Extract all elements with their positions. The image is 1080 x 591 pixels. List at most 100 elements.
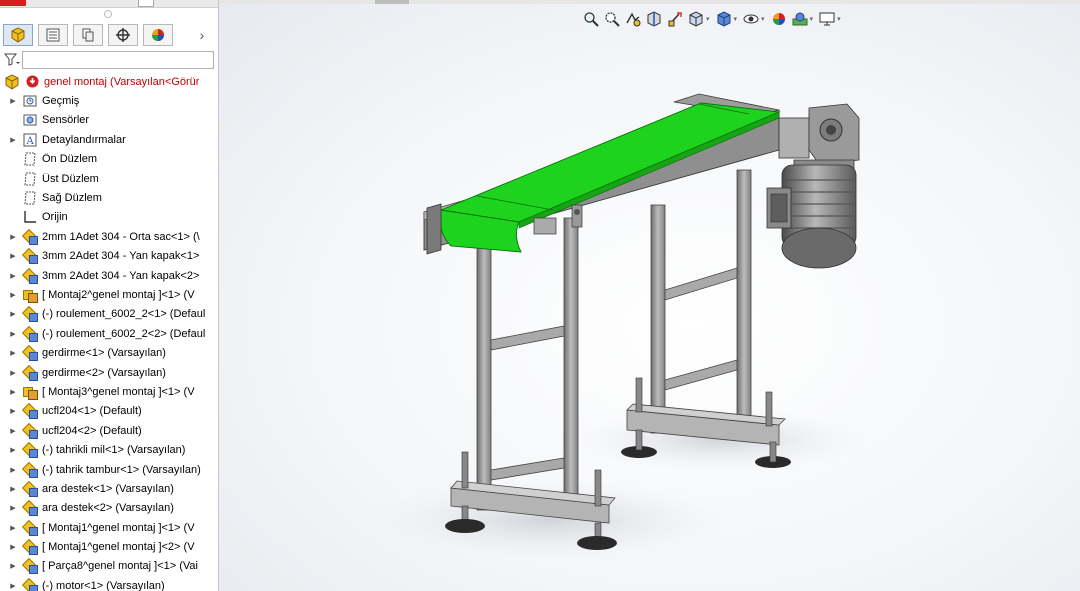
tree-item[interactable]: ▶ ucfl204<1> (Default) [0,402,218,421]
configuration-manager-tab[interactable] [73,24,103,46]
tree-item-label: Orijin [42,211,68,224]
tree-item-label: gerdirme<1> (Varsayılan) [42,347,166,360]
part-icon [22,578,38,591]
feature-manager-tab[interactable] [3,24,33,46]
hide-show-items-icon[interactable] [742,10,760,28]
view-settings-dropdown-icon[interactable]: ▾ [837,15,841,23]
tree-root-label: genel montaj (Varsayılan<Görür [44,75,200,88]
tree-item[interactable]: ▶ 2mm 1Adet 304 - Orta sac<1> (\ [0,227,218,246]
tree-item[interactable]: ▶ 3mm 2Adet 304 - Yan kapak<2> [0,266,218,285]
tree-item[interactable]: Üst Düzlem [0,169,218,188]
tree-item[interactable]: ▶ gerdirme<2> (Varsayılan) [0,363,218,382]
tree-item[interactable]: ▶ [ Montaj1^genel montaj ]<1> (V [0,518,218,537]
display-style-icon[interactable] [715,10,733,28]
previous-view-icon[interactable] [624,10,642,28]
expand-arrow-icon[interactable]: ▶ [8,427,18,435]
tree-item[interactable]: ▶ (-) motor<1> (Varsayılan) [0,576,218,591]
tree-item-label: (-) roulement_6002_2<1> (Defaul [42,308,206,321]
tree-item-label: 3mm 2Adet 304 - Yan kapak<1> [42,250,200,263]
expand-arrow-icon[interactable]: ▶ [8,349,18,357]
display-style-dropdown-icon[interactable]: ▾ [734,15,738,23]
tree-item-label: Detaylandırmalar [42,133,126,146]
graphics-area[interactable] [219,0,1080,591]
expand-arrow-icon[interactable]: ▶ [8,388,18,396]
tree-item[interactable]: ▶ A Detaylandırmalar [0,130,218,149]
edit-appearance-icon[interactable] [770,10,788,28]
apply-scene-icon[interactable] [791,10,809,28]
conveyor-model[interactable] [219,0,1080,591]
tree-item[interactable]: ▶ ara destek<1> (Varsayılan) [0,479,218,498]
more-tabs-chevron-icon[interactable]: › [194,27,210,45]
part-icon [22,539,38,556]
tree-item[interactable]: ▶ gerdirme<1> (Varsayılan) [0,343,218,362]
expand-arrow-icon[interactable]: ▶ [8,369,18,377]
tree-item[interactable]: ▶ [ Montaj1^genel montaj ]<2> (V [0,537,218,556]
tree-item[interactable]: ▶ [ Parça8^genel montaj ]<1> (Vai [0,557,218,576]
expand-arrow-icon[interactable]: ▶ [8,233,18,241]
tree-item[interactable]: ▶ 3mm 2Adet 304 - Yan kapak<1> [0,247,218,266]
expand-arrow-icon[interactable]: ▶ [8,291,18,299]
tree-item[interactable]: ▶ ara destek<2> (Varsayılan) [0,499,218,518]
expand-arrow-icon[interactable]: ▶ [8,562,18,570]
filter-icon[interactable] [3,53,20,70]
panel-grip[interactable] [104,10,112,18]
view-orientation-dropdown-icon[interactable]: ▾ [706,15,710,23]
tree-item[interactable]: Orijin [0,208,218,227]
expand-arrow-icon[interactable]: ▶ [8,485,18,493]
rear-leg-frame[interactable] [621,169,791,468]
expand-arrow-icon[interactable]: ▶ [8,504,18,512]
expand-arrow-icon[interactable]: ▶ [8,310,18,318]
zoom-to-area-icon[interactable] [603,10,621,28]
tree-root-assembly[interactable]: genel montaj (Varsayılan<Görür [0,72,218,91]
filter-row [0,50,218,72]
plane-icon [22,190,38,206]
tree-item[interactable]: Ön Düzlem [0,150,218,169]
property-manager-tab[interactable] [38,24,68,46]
tree-item[interactable]: Sensörler [0,111,218,130]
expand-arrow-icon[interactable]: ▶ [8,330,18,338]
graphics-top-edge [219,0,1080,4]
part-icon [22,520,38,536]
tree-item[interactable]: ▶ [ Montaj2^genel montaj ]<1> (V [0,285,218,304]
zoom-to-fit-icon[interactable] [582,10,600,28]
feature-manager-panel: › genel montaj (Varsayılan<Görür ▶ Geçmiş… [0,0,219,591]
expand-arrow-icon[interactable]: ▶ [8,407,18,415]
tree-item[interactable]: ▶ [ Montaj3^genel montaj ]<1> (V [0,382,218,401]
front-leg-frame[interactable] [445,217,617,550]
tree-item[interactable]: ▶ (-) tahrikli mil<1> (Varsayılan) [0,440,218,459]
part-icon [22,481,38,497]
tree-item-label: Geçmiş [42,95,80,108]
tree-item[interactable]: ▶ (-) tahrik tambur<1> (Varsayılan) [0,460,218,479]
tree-item[interactable]: ▶ ucfl204<2> (Default) [0,421,218,440]
sensor-folder-icon [22,112,38,128]
expand-arrow-icon[interactable]: ▶ [8,272,18,280]
expand-arrow-icon[interactable]: ▶ [8,252,18,260]
subassembly-icon [22,384,38,400]
expand-arrow-icon[interactable]: ▶ [8,446,18,454]
part-icon [22,423,38,439]
tree-item[interactable]: ▶ (-) roulement_6002_2<1> (Defaul [0,305,218,324]
expand-arrow-icon[interactable]: ▶ [8,582,18,590]
view-orientation-icon[interactable] [687,10,705,28]
tree-item[interactable]: ▶ Geçmiş [0,91,218,110]
conveyor-belt-body[interactable] [423,93,781,255]
tree-item-label: ucfl204<2> (Default) [42,424,142,437]
expand-arrow-icon[interactable]: ▶ [8,543,18,551]
expand-arrow-icon[interactable]: ▶ [8,136,18,144]
hide-show-dropdown-icon[interactable]: ▾ [761,15,765,23]
view-settings-icon[interactable] [818,10,836,28]
filter-input[interactable] [22,51,214,69]
tree-item[interactable]: ▶ (-) roulement_6002_2<2> (Defaul [0,324,218,343]
dynamic-annotation-icon[interactable] [666,10,684,28]
apply-scene-dropdown-icon[interactable]: ▾ [810,15,814,23]
expand-arrow-icon[interactable]: ▶ [8,466,18,474]
tree-item[interactable]: Sağ Düzlem [0,188,218,207]
feature-tree: genel montaj (Varsayılan<Görür ▶ Geçmiş Se… [0,72,218,591]
dimxpert-tab[interactable] [108,24,138,46]
expand-arrow-icon[interactable]: ▶ [8,97,18,105]
section-view-icon[interactable] [645,10,663,28]
expand-arrow-icon[interactable]: ▶ [8,524,18,532]
drive-motor[interactable] [766,103,860,269]
appearance-tab[interactable] [143,24,173,46]
title-strip [0,0,218,8]
